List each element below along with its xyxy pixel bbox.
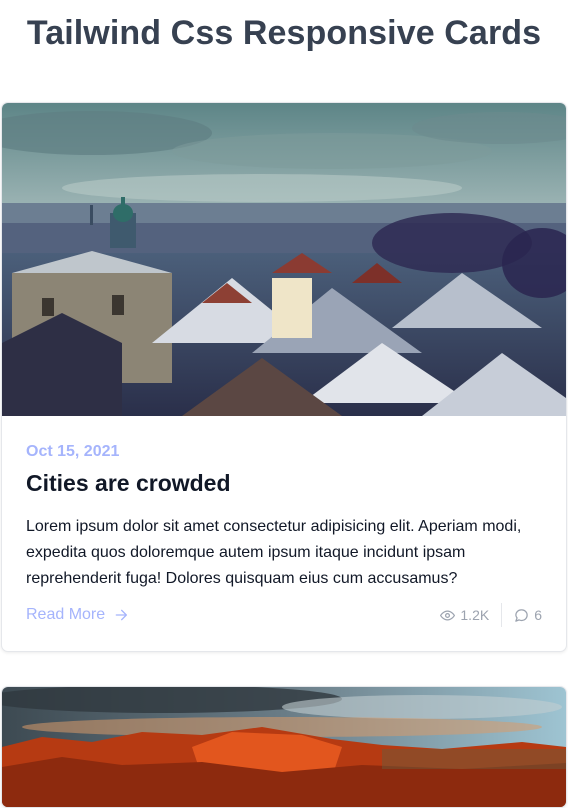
chat-bubble-icon: [515, 608, 528, 622]
comments-count: 6: [534, 607, 542, 623]
comments-stat: 6: [514, 607, 542, 623]
card-image: [2, 687, 566, 807]
views-stat: 1.2K: [440, 607, 489, 623]
card-title[interactable]: Cities are crowded: [26, 470, 231, 497]
eye-icon: [440, 610, 456, 620]
blog-card: [1, 686, 567, 808]
blog-card: Oct 15, 2021 Cities are crowded Lorem ip…: [1, 102, 567, 652]
arrow-right-icon: [115, 609, 128, 621]
page-title: Tailwind Css Responsive Cards: [26, 14, 542, 52]
read-more-link[interactable]: Read More: [26, 606, 129, 624]
read-more-label: Read More: [26, 606, 106, 623]
card-excerpt: Lorem ipsum dolor sit amet consectetur a…: [26, 518, 522, 587]
card-stats: 1.2K 6: [440, 603, 542, 627]
stats-divider: [501, 603, 503, 627]
card-image: [2, 103, 566, 416]
card-date: Oct 15, 2021: [26, 443, 120, 460]
views-count: 1.2K: [460, 607, 490, 623]
card-footer: Read More 1.2K 6: [26, 601, 542, 629]
